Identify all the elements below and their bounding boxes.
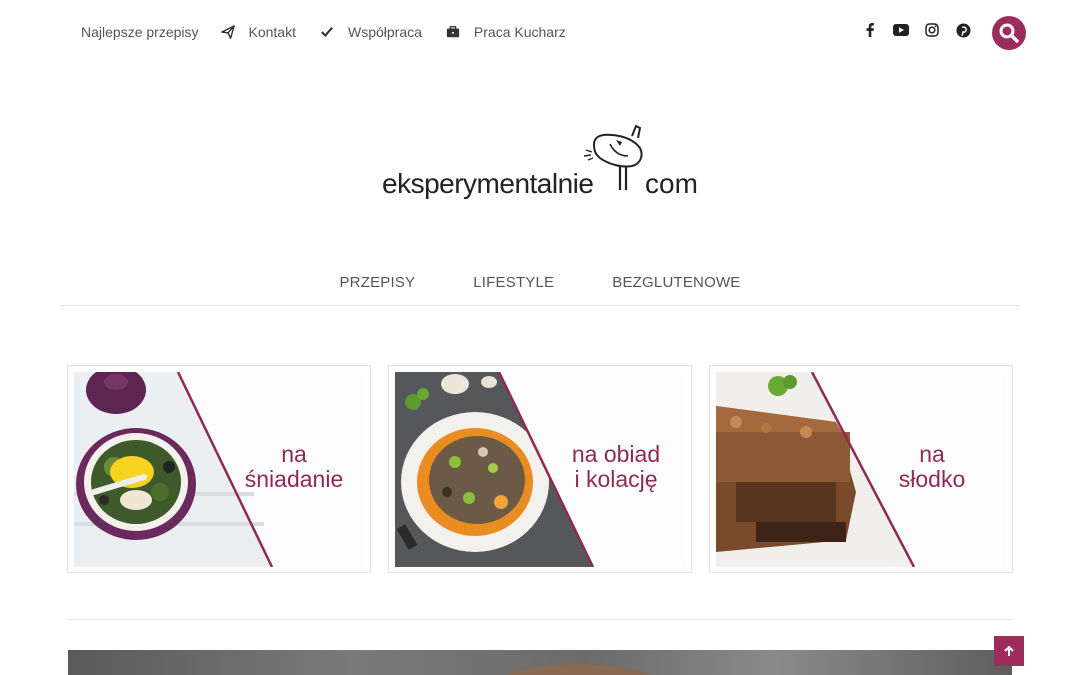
card-label: na obiad i kolację [555,442,677,492]
topnav-cooperation[interactable]: Współpraca [320,24,422,40]
nav-divider [60,305,1020,306]
section-divider [68,619,1012,620]
topnav-contact[interactable]: Kontakt [220,24,296,40]
card-label-line1: na obiad [571,441,661,467]
topnav-label: Współpraca [347,24,422,40]
facebook-icon[interactable] [862,22,878,38]
topnav-label: Praca Kucharz [473,24,566,40]
card-image: na obiad i kolację [395,372,685,567]
main-navigation: PRZEPISY LIFESTYLE BEZGLUTENOWE [0,274,1080,291]
card-label-line2: śniadanie [244,466,344,492]
paper-plane-icon [220,25,235,39]
site-logo[interactable]: eksperymentalnie com [380,122,700,202]
logo-suffix: com [645,168,698,199]
search-button[interactable] [992,16,1026,50]
pinterest-icon[interactable] [955,22,971,38]
search-icon [999,23,1019,43]
topnav-best-recipes[interactable]: Najlepsze przepisy [81,24,199,40]
hero-image [68,650,1012,675]
instagram-icon[interactable] [924,22,940,38]
whisk-bird-logo-icon [583,124,643,190]
nav-item-bezglutenowe[interactable]: BEZGLUTENOWE [612,274,740,291]
nav-item-przepisy[interactable]: PRZEPISY [339,274,415,291]
category-card-breakfast[interactable]: na śniadanie [67,365,371,573]
card-label-line1: na [281,441,307,467]
logo-text: eksperymentalnie [382,168,594,199]
topnav-label: Najlepsze przepisy [81,24,199,40]
card-label: na śniadanie [234,442,354,492]
card-label: na słodko [876,442,988,492]
scroll-to-top-button[interactable] [994,636,1024,666]
category-card-sweet[interactable]: na słodko [709,365,1013,573]
briefcase-icon [446,26,460,38]
nav-item-lifestyle[interactable]: LIFESTYLE [473,274,554,291]
social-links [862,22,986,38]
youtube-icon[interactable] [893,22,909,38]
check-icon [320,26,334,38]
topnav-label: Kontakt [248,24,296,40]
card-image: na śniadanie [74,372,364,567]
card-label-line2: słodko [898,466,966,492]
hero-plate-shape [498,664,658,675]
top-navigation: Najlepsze przepisy Kontakt Współpraca Pr… [81,24,590,40]
arrow-up-icon [1004,645,1014,656]
top-bar: Najlepsze przepisy Kontakt Współpraca Pr… [0,0,1080,66]
card-label-line2: i kolację [574,466,658,492]
topnav-chef-job[interactable]: Praca Kucharz [446,24,566,40]
card-label-line1: na [919,441,945,467]
card-image: na słodko [716,372,1006,567]
category-card-lunch-dinner[interactable]: na obiad i kolację [388,365,692,573]
